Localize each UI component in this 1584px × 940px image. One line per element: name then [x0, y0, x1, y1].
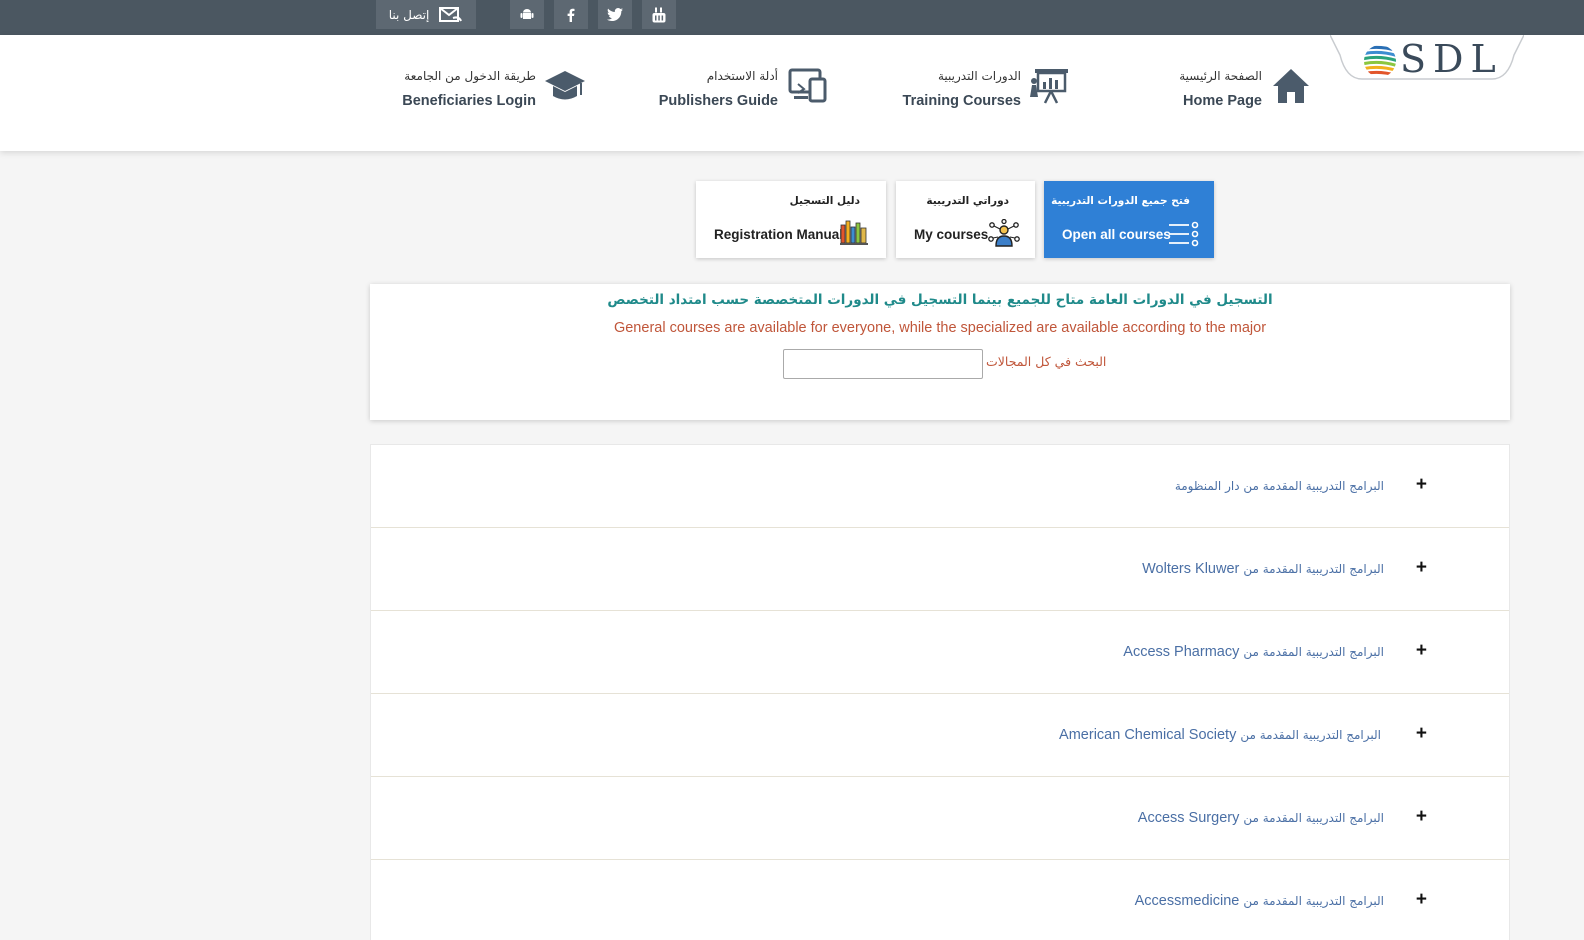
my-courses-label: My courses	[914, 227, 989, 242]
open-all-courses-button[interactable]: فتح جميع الدورات التدريبية Open all cour…	[1044, 181, 1214, 258]
notice-panel: التسجيل في الدورات العامة متاح للجميع بي…	[370, 284, 1510, 420]
nav-publishers-label: Publishers Guide	[658, 93, 778, 109]
nav-beneficiaries-login[interactable]: طريقة الدخول من الجامعة Beneficiaries Lo…	[402, 65, 586, 115]
nav-training-arabic: الدورات التدريبية	[937, 69, 1021, 83]
accordion-title-arabic: البرامج التدريبية المقدمة من	[1243, 645, 1384, 659]
contact-us-label: إتصل بنا	[388, 7, 430, 22]
open-all-courses-label: Open all courses	[1062, 227, 1171, 242]
nav-home-label: Home Page	[1183, 93, 1262, 109]
twitter-icon	[607, 8, 623, 21]
course-providers-accordion: البرامج التدريبية المقدمة من دار المنظوم…	[370, 444, 1510, 940]
mail-icon	[439, 6, 463, 22]
list-settings-icon	[1169, 221, 1199, 247]
accordion-title-provider: Access Surgery	[1137, 810, 1240, 826]
expand-plus-icon[interactable]: +	[1416, 723, 1427, 745]
graduation-cap-icon	[545, 71, 585, 100]
accordion-row[interactable]: البرامج التدريبية المقدمة من Access Surg…	[371, 777, 1509, 860]
expand-plus-icon[interactable]: +	[1416, 474, 1427, 496]
accordion-title: البرامج التدريبية المقدمة من Access Surg…	[1138, 810, 1384, 826]
nav-publishers-arabic: أدلة الاستخدام	[706, 69, 778, 83]
accordion-title-arabic: البرامج التدريبية المقدمة من	[1243, 562, 1384, 576]
registration-manual-arabic: دليل التسجيل	[789, 195, 860, 207]
youtube-icon	[652, 7, 666, 22]
contact-us-button[interactable]: إتصل بنا	[376, 0, 476, 29]
registration-manual-label: Registration Manual	[714, 227, 844, 242]
home-icon	[1273, 69, 1309, 103]
registration-manual-button[interactable]: دليل التسجيل Registration Manual	[696, 181, 886, 258]
top-bar: إتصل بنا	[0, 0, 1584, 35]
accordion-title: البرامج التدريبية المقدمة من Wolters Klu…	[1142, 561, 1384, 577]
accordion-row[interactable]: البرامج التدريبية المقدمة من Access Phar…	[371, 611, 1509, 694]
accordion-title-provider: Accessmedicine	[1134, 893, 1240, 909]
accordion-title-arabic: البرامج التدريبية المقدمة من	[1240, 728, 1381, 742]
nav-training-courses[interactable]: الدورات التدريبية Training Courses	[903, 65, 1071, 115]
nav-home[interactable]: الصفحة الرئيسية Home Page	[1179, 65, 1312, 115]
accordion-title-provider: Wolters Kluwer	[1142, 561, 1240, 577]
my-courses-button[interactable]: دوراتي التدريبية My courses	[896, 181, 1035, 258]
accordion-title-provider: American Chemical Society	[1059, 727, 1237, 743]
accordion-title: البرامج التدريبية المقدمة من American Ch…	[1059, 727, 1381, 743]
accordion-title-arabic: البرامج التدريبية المقدمة من	[1243, 811, 1384, 825]
accordion-title: البرامج التدريبية المقدمة من دار المنظوم…	[1175, 478, 1384, 494]
trainer-network-icon	[988, 219, 1020, 247]
books-icon	[840, 220, 868, 245]
notice-english: General courses are available for everyo…	[613, 320, 1267, 336]
nav-login-arabic: طريقة الدخول من الجامعة	[404, 69, 536, 83]
accordion-title-arabic: البرامج التدريبية المقدمة من دار المنظوم…	[1174, 479, 1384, 493]
nav-home-arabic: الصفحة الرئيسية	[1179, 69, 1262, 83]
expand-plus-icon[interactable]: +	[1416, 806, 1427, 828]
accordion-title-provider: Access Pharmacy	[1123, 644, 1240, 660]
accordion-title: البرامج التدريبية المقدمة من Accessmedic…	[1135, 893, 1384, 909]
my-courses-arabic: دوراتي التدريبية	[926, 195, 1009, 207]
twitter-link[interactable]	[598, 0, 632, 29]
accordion-title-arabic: البرامج التدريبية المقدمة من	[1243, 894, 1384, 908]
expand-plus-icon[interactable]: +	[1416, 557, 1427, 579]
accordion-row[interactable]: البرامج التدريبية المقدمة من Wolters Klu…	[371, 528, 1509, 611]
accordion-title: البرامج التدريبية المقدمة من Access Phar…	[1123, 644, 1384, 660]
expand-plus-icon[interactable]: +	[1416, 640, 1427, 662]
expand-plus-icon[interactable]: +	[1416, 889, 1427, 911]
site-header: SDL الصفحة الرئيسية Home Page الدورات ال…	[0, 35, 1584, 151]
open-all-courses-arabic: فتح جميع الدورات التدريبية	[1051, 195, 1190, 207]
site-logo[interactable]: SDL	[1400, 37, 1503, 81]
accordion-row[interactable]: البرامج التدريبية المقدمة من دار المنظوم…	[371, 445, 1509, 528]
sdl-logo-mark-icon	[1364, 45, 1396, 77]
youtube-link[interactable]	[642, 0, 676, 29]
nav-training-label: Training Courses	[902, 93, 1021, 109]
notice-arabic: التسجيل في الدورات العامة متاح للجميع بي…	[607, 292, 1273, 308]
android-icon	[520, 8, 534, 19]
presentation-board-icon	[1030, 69, 1068, 104]
accordion-row[interactable]: البرامج التدريبية المقدمة من Accessmedic…	[371, 860, 1509, 940]
search-input[interactable]	[783, 349, 983, 379]
nav-publishers-guide[interactable]: أدلة الاستخدام Publishers Guide	[659, 65, 828, 115]
facebook-link[interactable]	[554, 0, 588, 29]
nav-login-label: Beneficiaries Login	[402, 93, 536, 109]
facebook-icon	[567, 8, 575, 22]
android-link[interactable]	[510, 0, 544, 29]
search-label: البحث في كل المجالات	[986, 354, 1107, 369]
devices-guide-icon	[788, 68, 827, 103]
accordion-row[interactable]: البرامج التدريبية المقدمة من American Ch…	[371, 694, 1509, 777]
